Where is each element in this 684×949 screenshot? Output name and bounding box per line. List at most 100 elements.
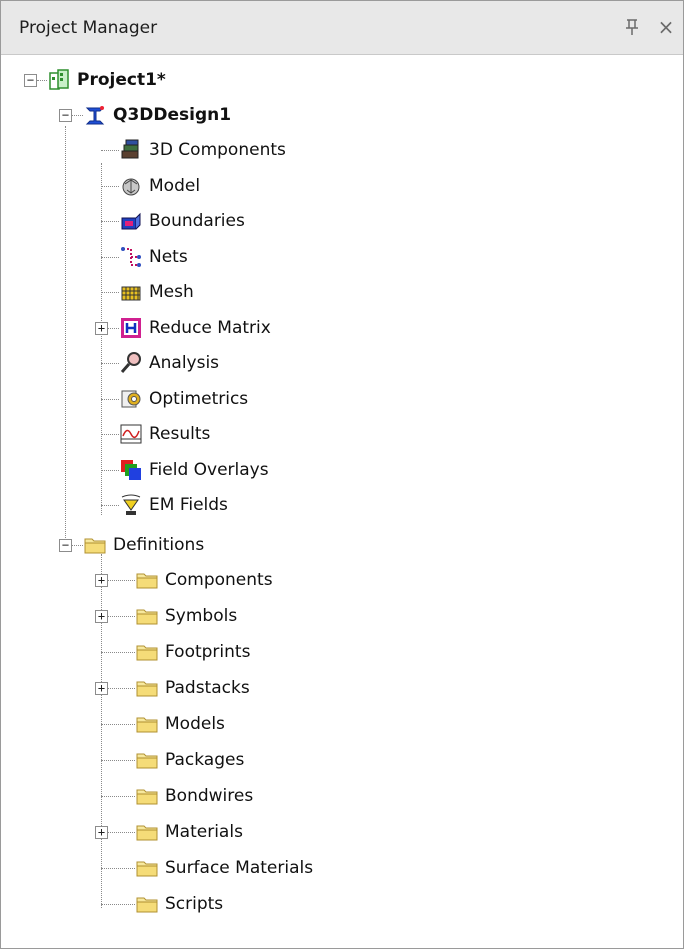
tree-node-label: Nets [149, 246, 188, 267]
panel-titlebar: Project Manager × [1, 1, 683, 55]
tree-connector [101, 185, 119, 187]
tree-connector [71, 115, 83, 116]
tree-node-definition[interactable]: Symbols [135, 604, 683, 634]
tree-connector [108, 688, 135, 689]
tree-node-definition[interactable]: Models [135, 712, 683, 742]
tree-node-label: Definitions [113, 535, 205, 555]
tree-node-results[interactable]: Results [119, 422, 683, 452]
tree-node-nets[interactable]: Nets [119, 245, 683, 275]
q3d-design-icon [83, 103, 107, 127]
tree-node-field-overlays[interactable]: Field Overlays [119, 458, 683, 488]
tree-connector [101, 292, 119, 293]
tree-node-definition[interactable]: Packages [135, 748, 683, 778]
tree-node-definitions[interactable]: Definitions [83, 533, 683, 563]
tree-node-definition[interactable]: Components [135, 568, 683, 598]
folder-icon [135, 856, 159, 880]
mesh-icon [119, 280, 143, 304]
tree-connector [101, 150, 119, 151]
tree-node-label: Models [165, 714, 225, 734]
tree-node-reduce-matrix[interactable]: Reduce Matrix [119, 316, 683, 346]
tree-connector [101, 868, 135, 869]
optimetrics-icon [119, 387, 143, 411]
nets-icon [119, 245, 143, 269]
collapse-toggle[interactable]: − [59, 539, 72, 552]
tree-connector [101, 505, 119, 506]
tree-node-optimetrics[interactable]: Optimetrics [119, 387, 683, 417]
folder-icon [135, 640, 159, 664]
model-icon [119, 174, 143, 198]
tree-node-label: Components [165, 570, 273, 590]
pin-icon[interactable] [621, 15, 643, 39]
tree-connector [101, 221, 119, 222]
tree-node-definition[interactable]: Materials [135, 820, 683, 850]
folder-icon [83, 533, 107, 557]
tree-node-label: Symbols [165, 606, 238, 626]
tree-node-definition[interactable]: Bondwires [135, 784, 683, 814]
folder-icon [135, 568, 159, 592]
tree-node-label: Model [149, 175, 201, 196]
tree-connector [108, 580, 135, 581]
tree-node-label: EM Fields [149, 495, 228, 515]
project-manager-panel: Project Manager × − Project1* − Q3DDesign1 3… [0, 0, 684, 949]
expand-toggle[interactable]: + [95, 574, 108, 587]
tree-node-definition[interactable]: Scripts [135, 892, 683, 922]
tree-node-label: Optimetrics [149, 388, 249, 409]
tree-connector [108, 616, 135, 617]
tree-node-label: Project1* [77, 70, 166, 90]
tree-node-label: Padstacks [165, 678, 250, 698]
tree-node-label: Materials [165, 822, 243, 842]
tree-node-boundaries[interactable]: Boundaries [119, 209, 683, 239]
folder-icon [135, 676, 159, 700]
folder-icon [135, 748, 159, 772]
tree-connector [101, 796, 135, 797]
tree-connector [65, 126, 66, 548]
tree-node-design[interactable]: Q3DDesign1 [83, 103, 683, 133]
tree-node-project[interactable]: Project1* [47, 68, 683, 98]
expand-toggle[interactable]: + [95, 321, 108, 335]
expand-toggle[interactable]: + [95, 610, 108, 623]
folder-icon [135, 784, 159, 808]
folder-icon [135, 604, 159, 628]
tree-node-label: 3D Components [149, 140, 286, 160]
expand-toggle[interactable]: + [95, 826, 108, 839]
tree-node-em-fields[interactable]: EM Fields [119, 493, 683, 523]
collapse-toggle[interactable]: − [24, 74, 37, 87]
tree-connector [101, 652, 135, 653]
collapse-toggle[interactable]: − [59, 109, 72, 122]
folder-icon [135, 820, 159, 844]
project-tree: − Project1* − Q3DDesign1 3D Components Model B… [1, 56, 683, 946]
tree-connector [37, 80, 47, 81]
tree-node-label: Field Overlays [149, 459, 269, 480]
tree-node-label: Boundaries [149, 211, 245, 231]
tree-node-model[interactable]: Model [119, 174, 683, 204]
tree-connector [101, 904, 135, 905]
tree-connector [101, 363, 119, 364]
field-overlays-icon [119, 458, 143, 482]
tree-connector [101, 554, 102, 908]
panel-title: Project Manager [19, 18, 158, 38]
tree-connector [108, 832, 135, 833]
tree-node-label: Footprints [165, 642, 251, 662]
tree-connector [108, 327, 119, 329]
tree-node-label: Reduce Matrix [149, 317, 271, 338]
tree-connector [101, 256, 119, 258]
tree-connector [101, 434, 119, 435]
tree-node-definition[interactable]: Footprints [135, 640, 683, 670]
expand-toggle[interactable]: + [95, 682, 108, 695]
tree-connector [101, 163, 102, 515]
tree-node-label: Mesh [149, 282, 194, 302]
tree-node-mesh[interactable]: Mesh [119, 280, 683, 310]
tree-node-label: Surface Materials [165, 858, 314, 878]
3d-components-icon [119, 138, 143, 162]
analysis-icon [119, 351, 143, 375]
folder-icon [135, 892, 159, 916]
close-icon[interactable]: × [655, 15, 677, 39]
tree-node-label: Results [149, 424, 211, 444]
tree-node-analysis[interactable]: Analysis [119, 351, 683, 381]
tree-connector [101, 469, 119, 471]
tree-connector [101, 398, 119, 400]
tree-connector [101, 760, 135, 761]
tree-node-3d-components[interactable]: 3D Components [119, 138, 683, 168]
tree-node-definition[interactable]: Surface Materials [135, 856, 683, 886]
tree-node-definition[interactable]: Padstacks [135, 676, 683, 706]
